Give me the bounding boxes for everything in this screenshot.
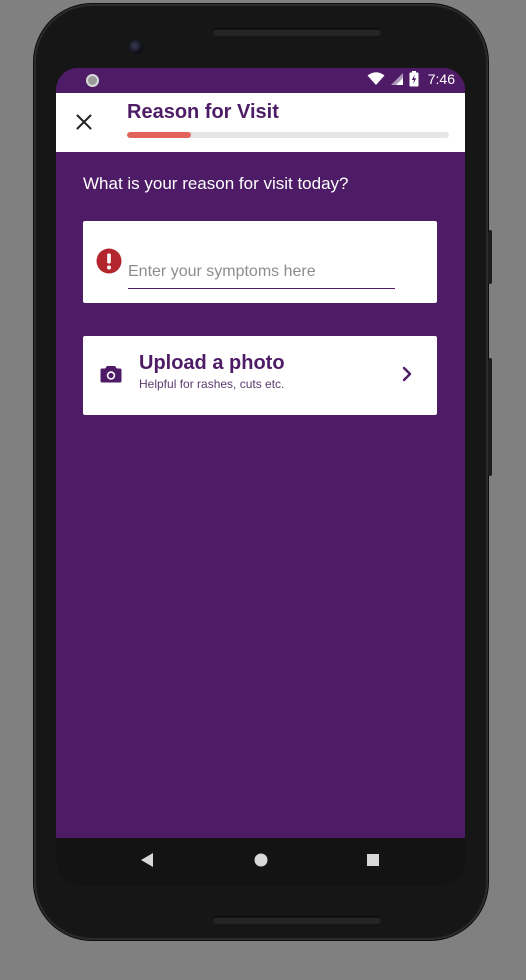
progress-bar-fill xyxy=(127,132,192,138)
emulator-stage: 7:46 Reason for Visit What is your reaso… xyxy=(0,0,526,980)
symptoms-input[interactable] xyxy=(128,251,395,289)
volume-button xyxy=(488,230,492,284)
status-icons: 7:46 xyxy=(367,71,455,87)
upload-photo-button[interactable]: Upload a photo Helpful for rashes, cuts … xyxy=(83,336,437,415)
front-camera xyxy=(129,40,143,54)
back-triangle-icon[interactable] xyxy=(140,852,154,868)
bottom-speaker xyxy=(212,916,382,924)
battery-charging-icon xyxy=(409,71,419,87)
power-button xyxy=(488,358,492,476)
recents-square-icon[interactable] xyxy=(366,853,380,867)
chevron-right-icon xyxy=(402,366,412,382)
page-title: Reason for Visit xyxy=(127,101,279,123)
symptoms-card xyxy=(83,221,437,303)
error-alert-icon xyxy=(96,248,122,274)
system-nav-bar xyxy=(56,838,465,886)
app-bar: Reason for Visit xyxy=(56,93,465,152)
close-icon xyxy=(76,114,92,130)
status-time: 7:46 xyxy=(427,71,455,87)
top-speaker xyxy=(212,28,382,36)
upload-subtitle: Helpful for rashes, cuts etc. xyxy=(139,377,285,391)
cellular-signal-icon xyxy=(390,73,403,85)
screen: 7:46 Reason for Visit What is your reaso… xyxy=(56,68,465,886)
reason-question: What is your reason for visit today? xyxy=(83,174,349,193)
close-button[interactable] xyxy=(70,108,98,136)
home-circle-icon[interactable] xyxy=(253,852,269,868)
progress-bar xyxy=(127,132,449,138)
status-bar: 7:46 xyxy=(56,68,465,93)
notification-dot-icon xyxy=(86,74,99,87)
camera-icon xyxy=(100,366,122,383)
wifi-icon xyxy=(367,72,385,85)
upload-title: Upload a photo xyxy=(139,352,285,374)
